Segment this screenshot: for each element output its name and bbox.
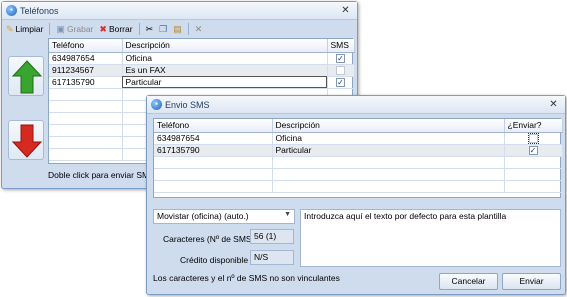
disclaimer-text: Los caracteres y el nº de SMS no son vin…	[153, 273, 340, 283]
app-icon: ●	[151, 99, 162, 110]
send-cell	[504, 132, 563, 145]
credit-value: N/S	[250, 250, 294, 265]
toolbar-separator	[138, 22, 140, 35]
send-checkbox[interactable]: ✓	[528, 145, 538, 155]
table-row[interactable]: 634987654 Oficina	[154, 132, 563, 145]
empty-cell[interactable]	[154, 168, 273, 181]
delete-label: Borrar	[108, 23, 133, 34]
paste-button[interactable]: ▤	[171, 22, 184, 35]
green-up-arrow-icon	[11, 60, 43, 94]
empty-cell[interactable]	[272, 168, 505, 181]
toolbar-separator	[49, 22, 51, 35]
clear-button[interactable]: ✎ Limpiar	[4, 22, 45, 35]
phone-cell[interactable]: 634987654	[154, 132, 273, 145]
description-cell[interactable]: Oficina	[122, 52, 328, 65]
send-cell: ✓	[504, 144, 563, 157]
chevron-down-icon[interactable]: ▼	[284, 211, 291, 218]
phone-cell[interactable]: 911234567	[49, 64, 123, 77]
column-header-phone[interactable]: Teléfono	[49, 39, 123, 53]
double-click-hint: Doble click para enviar SMS	[48, 170, 155, 180]
sms-cell	[327, 64, 355, 77]
paste-icon: ▤	[173, 23, 182, 34]
sms-cell: ✓	[327, 76, 355, 89]
chars-value-text: 56 (1)	[254, 231, 277, 241]
save-label: Grabar	[66, 23, 94, 34]
sms-cell: ✓	[327, 52, 355, 65]
table-row[interactable]: 617135790 Particular ✓	[154, 144, 563, 157]
telefonos-toolbar: ✎ Limpiar ▣ Grabar ✖ Borrar ✂ ❐ ▤ ✕	[4, 21, 355, 36]
window-title: Teléfonos	[20, 5, 59, 16]
sms-checkbox[interactable]: ✓	[336, 77, 345, 87]
scissors-icon: ✂	[145, 23, 154, 34]
delete-button[interactable]: ✖ Borrar	[97, 22, 134, 35]
send-button[interactable]: Enviar	[502, 273, 561, 290]
phone-cell[interactable]: 617135790	[49, 76, 123, 89]
template-select[interactable]: Movistar (oficina) (auto.) ▼	[153, 209, 295, 224]
template-select-value: Movistar (oficina) (auto.)	[157, 211, 249, 221]
sms-checkbox[interactable]: ✓	[336, 53, 345, 63]
envio-sms-grid: Teléfono Descripción ¿Enviar? 634987654 …	[153, 118, 563, 198]
cut-button[interactable]: ✂	[144, 22, 156, 35]
envio-sms-titlebar: ● Envio SMS ✕	[147, 96, 565, 114]
move-down-button[interactable]	[8, 120, 44, 160]
empty-cell[interactable]	[154, 156, 273, 169]
telefonos-titlebar: ● Teléfonos ✕	[2, 2, 357, 20]
credit-value-text: N/S	[254, 252, 269, 262]
column-header-description[interactable]: Descripción	[122, 39, 328, 53]
message-text: Introduzca aquí el texto por defecto par…	[304, 211, 507, 221]
column-header-sms[interactable]: SMS	[327, 39, 355, 53]
move-up-button[interactable]	[8, 56, 44, 96]
chars-value: 56 (1)	[250, 229, 294, 244]
close-icon[interactable]: ✕	[547, 98, 560, 111]
empty-row[interactable]	[154, 168, 563, 181]
empty-cell[interactable]	[49, 124, 123, 137]
chars-label: Caracteres (Nº de SMS)	[163, 234, 255, 244]
empty-cell[interactable]	[504, 156, 563, 169]
table-row[interactable]: 617135790 Particular ✓	[49, 76, 355, 89]
empty-cell[interactable]	[154, 180, 273, 193]
save-button[interactable]: ▣ Grabar	[54, 22, 95, 35]
save-icon: ▣	[56, 23, 65, 34]
app-icon: ●	[6, 5, 17, 16]
sms-checkbox[interactable]	[336, 65, 345, 75]
empty-cell[interactable]	[49, 148, 123, 161]
phone-cell[interactable]: 634987654	[49, 52, 123, 65]
delete-icon: ✖	[99, 23, 107, 34]
credit-label: Crédito disponible	[180, 255, 249, 265]
clear-icon: ✎	[6, 23, 14, 34]
table-row[interactable]: 911234567 Es un FAX	[49, 64, 355, 77]
phone-cell[interactable]: 617135790	[154, 144, 273, 157]
empty-row[interactable]	[154, 180, 563, 193]
description-cell[interactable]: Oficina	[272, 132, 505, 145]
description-cell[interactable]: Particular	[272, 144, 505, 157]
empty-cell[interactable]	[49, 136, 123, 149]
cancel-button[interactable]: Cancelar	[439, 273, 498, 290]
copy-icon: ❐	[159, 23, 168, 34]
send-checkbox[interactable]	[527, 132, 539, 143]
toolbar-separator	[187, 22, 189, 35]
column-header-send[interactable]: ¿Enviar?	[504, 119, 563, 133]
copy-button[interactable]: ❐	[157, 22, 169, 35]
column-header-phone[interactable]: Teléfono	[154, 119, 273, 133]
clear-label: Limpiar	[15, 23, 44, 34]
red-down-arrow-icon	[11, 124, 43, 158]
empty-cell[interactable]	[49, 100, 123, 113]
message-textarea[interactable]: Introduzca aquí el texto por defecto par…	[300, 209, 561, 267]
window-title: Envio SMS	[165, 99, 210, 110]
empty-row[interactable]	[154, 156, 563, 169]
envio-sms-window: ● Envio SMS ✕ Teléfono Descripción ¿Envi…	[146, 95, 566, 295]
x-icon: ✕	[194, 23, 203, 34]
empty-cell[interactable]	[504, 168, 563, 181]
empty-cell[interactable]	[49, 88, 123, 101]
empty-cell[interactable]	[504, 180, 563, 193]
empty-cell[interactable]	[272, 156, 505, 169]
empty-cell[interactable]	[272, 180, 505, 193]
description-cell[interactable]: Es un FAX	[122, 64, 328, 77]
table-row[interactable]: 634987654 Oficina ✓	[49, 52, 355, 65]
empty-cell[interactable]	[49, 112, 123, 125]
remove-button[interactable]: ✕	[193, 22, 205, 35]
close-icon[interactable]: ✕	[339, 4, 352, 17]
column-header-description[interactable]: Descripción	[272, 119, 505, 133]
description-cell[interactable]: Particular	[122, 76, 328, 89]
